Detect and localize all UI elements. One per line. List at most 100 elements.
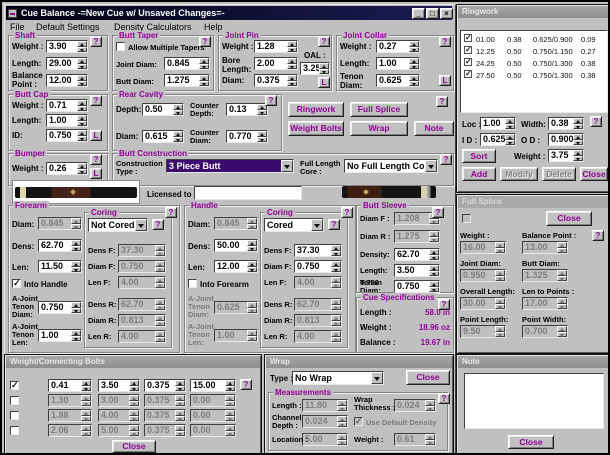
weight-bolts-button[interactable]: Weight Bolts xyxy=(288,121,344,136)
wrap-titlebar[interactable]: Wrap xyxy=(266,356,452,368)
sleeve-length-field[interactable]: 3.50 xyxy=(394,264,440,277)
wrap-close-button[interactable]: Close xyxy=(406,370,450,385)
note-titlebar[interactable]: Note xyxy=(458,356,608,368)
pin-diam-field[interactable]: 0.375 xyxy=(254,74,298,87)
ring-id-field[interactable]: 0.625 xyxy=(480,133,516,146)
bolts-titlebar[interactable]: Weight/Connecting Bolts xyxy=(6,356,260,368)
spinner[interactable] xyxy=(287,41,297,52)
forearm-len-field[interactable]: 11.50 xyxy=(38,260,82,273)
collar-length-field[interactable]: 1.00 xyxy=(376,57,420,70)
ringwork-row[interactable]: 01.00 0.38 0.625/0.900 0.09 xyxy=(461,33,607,45)
ringwork-close-button[interactable]: Close xyxy=(580,167,608,181)
spinner[interactable] xyxy=(505,118,515,129)
spinner[interactable] xyxy=(409,58,419,69)
cavity-diam-field[interactable]: 0.615 xyxy=(142,130,184,143)
ring-checkbox[interactable] xyxy=(464,58,472,66)
help-button[interactable]: ? xyxy=(439,36,451,47)
ringwork-titlebar[interactable]: Ringwork xyxy=(458,6,608,18)
collar-weight-field[interactable]: 0.27 xyxy=(376,40,420,53)
spinner[interactable] xyxy=(77,163,87,174)
shaft-length-field[interactable]: 29.00 xyxy=(46,57,88,70)
note-close-button[interactable]: Close xyxy=(508,435,554,449)
spinner[interactable] xyxy=(287,75,297,86)
note-textarea[interactable] xyxy=(464,373,604,429)
handle-dens-field[interactable]: 50.00 xyxy=(214,239,258,252)
joint-diam-field[interactable]: 0.845 xyxy=(164,57,210,70)
spinner[interactable] xyxy=(257,131,267,142)
spinner[interactable] xyxy=(429,281,439,292)
allow-multiple-tapers-checkbox[interactable] xyxy=(116,42,125,51)
spinner[interactable] xyxy=(71,240,81,251)
help-button[interactable]: ? xyxy=(90,154,102,165)
pin-oal-field[interactable]: 3.25 xyxy=(300,62,330,75)
cap-id-field[interactable]: 0.750 xyxy=(46,129,88,142)
help-button[interactable]: ? xyxy=(165,207,177,218)
spinner[interactable] xyxy=(81,380,91,391)
help-button[interactable]: ? xyxy=(90,36,102,47)
spinner[interactable] xyxy=(199,75,209,86)
handle-diam-f-field[interactable]: 0.750 xyxy=(294,260,342,273)
spinner[interactable] xyxy=(173,131,183,142)
butt-diam-field[interactable]: 1.275 xyxy=(164,74,210,87)
dropdown-arrow-icon[interactable] xyxy=(311,219,323,231)
menu-default-settings[interactable]: Default Settings xyxy=(36,22,100,32)
spinner[interactable] xyxy=(247,261,257,272)
into-forearm-checkbox[interactable] xyxy=(188,279,197,288)
help-button[interactable]: ? xyxy=(432,207,444,218)
bolt1-checkbox[interactable] xyxy=(10,381,19,390)
close-button[interactable]: × xyxy=(440,8,453,19)
help-button[interactable]: ? xyxy=(318,36,330,47)
spinner[interactable] xyxy=(173,104,183,115)
note-button[interactable]: Note xyxy=(414,121,454,136)
spinner[interactable] xyxy=(287,58,297,69)
ring-checkbox[interactable] xyxy=(464,46,472,54)
spinner[interactable] xyxy=(247,240,257,251)
handle-dens-f-field[interactable]: 37.30 xyxy=(294,244,342,257)
cavity-depth-field[interactable]: 0.50 xyxy=(142,103,184,116)
help-button[interactable]: ? xyxy=(590,116,602,127)
licensed-to-input[interactable] xyxy=(194,186,302,200)
maximize-button[interactable]: □ xyxy=(426,8,439,19)
dropdown-arrow-icon[interactable] xyxy=(135,219,147,231)
ringwork-row[interactable]: 12.25 0.50 0.750/1.150 0.27 xyxy=(461,45,607,57)
spinner[interactable] xyxy=(429,265,439,276)
help-button[interactable]: ? xyxy=(438,299,450,310)
ring-width-field[interactable]: 0.38 xyxy=(548,117,584,130)
spinner[interactable] xyxy=(77,75,87,86)
ring-checkbox[interactable] xyxy=(464,34,472,42)
help-button[interactable]: ? xyxy=(90,95,102,106)
collar-tenon-field[interactable]: 0.625 xyxy=(376,74,420,87)
help-button[interactable]: ? xyxy=(440,154,452,165)
main-titlebar[interactable]: Cue Balance -=New Cue w/ Unsaved Changes… xyxy=(6,6,452,20)
sleeve-tenon-field[interactable]: 0.750 xyxy=(394,280,440,293)
pin-weight-field[interactable]: 1.28 xyxy=(254,40,298,53)
counter-diam-field[interactable]: 0.770 xyxy=(226,130,268,143)
help-button[interactable]: ? xyxy=(152,219,164,230)
spinner[interactable] xyxy=(331,245,341,256)
shaft-weight-field[interactable]: 3.90 xyxy=(46,40,88,53)
spinner[interactable] xyxy=(573,134,583,145)
spinner[interactable] xyxy=(71,302,81,313)
menu-help[interactable]: Help xyxy=(204,22,223,32)
l-button[interactable]: L xyxy=(318,77,330,88)
pin-bore-field[interactable]: 2.00 xyxy=(254,57,298,70)
cap-weight-field[interactable]: 0.71 xyxy=(46,99,88,112)
spinner[interactable] xyxy=(573,150,583,161)
spinner[interactable] xyxy=(225,380,235,391)
spinner[interactable] xyxy=(573,118,583,129)
help-button[interactable]: ? xyxy=(240,379,252,390)
help-button[interactable]: ? xyxy=(199,36,211,47)
bolt4-checkbox[interactable] xyxy=(10,426,19,435)
spinner[interactable] xyxy=(409,75,419,86)
spinner[interactable] xyxy=(77,41,87,52)
cap-length-field[interactable]: 1.00 xyxy=(46,114,88,127)
dropdown-arrow-icon[interactable] xyxy=(371,372,383,384)
spinner[interactable] xyxy=(175,380,185,391)
handle-coring-dropdown[interactable]: Cored xyxy=(264,218,324,232)
sleeve-density-field[interactable]: 62.70 xyxy=(394,248,440,261)
ring-loc-field[interactable]: 1.00 xyxy=(480,117,516,130)
forearm-coring-dropdown[interactable]: Not Cored xyxy=(88,218,148,232)
help-button[interactable]: ? xyxy=(328,219,340,230)
bolt1-diameter-field[interactable]: 0.375 xyxy=(144,379,186,392)
bolt1-weight-field[interactable]: 0.41 xyxy=(48,379,92,392)
